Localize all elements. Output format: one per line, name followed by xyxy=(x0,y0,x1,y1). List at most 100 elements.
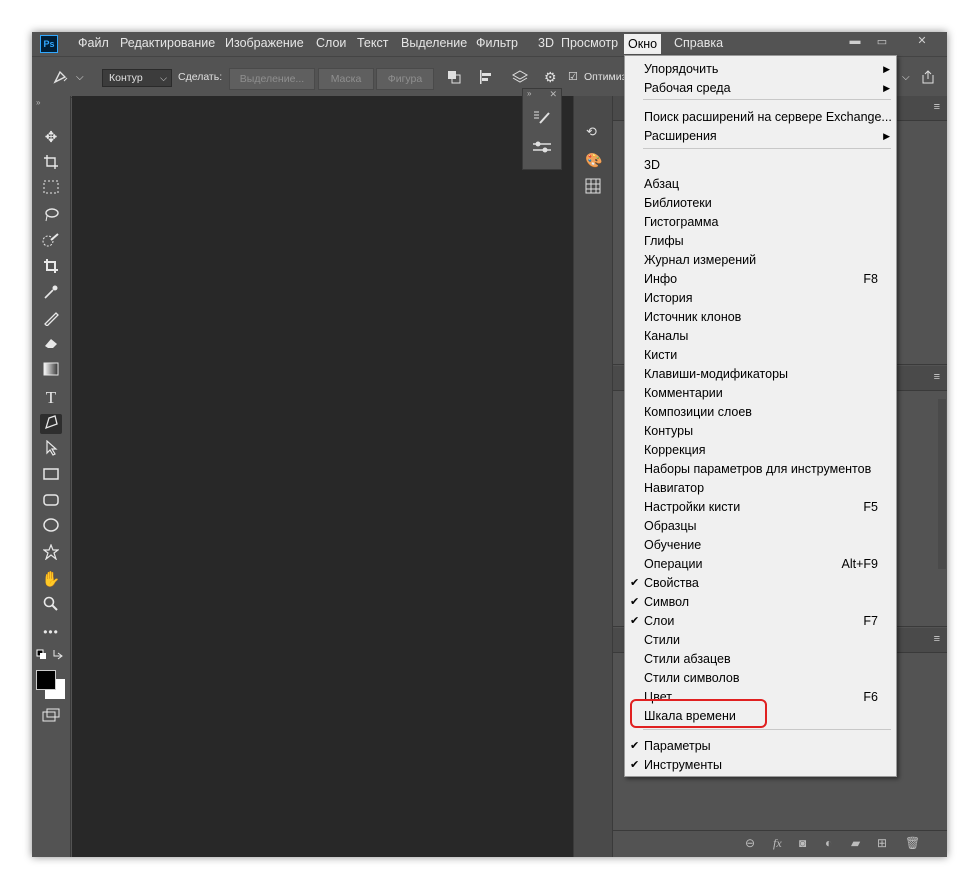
more-icon[interactable]: ••• xyxy=(40,622,62,642)
close-button[interactable]: ✕ xyxy=(900,32,944,50)
menu-item[interactable]: Навигатор xyxy=(644,479,884,498)
menu-item[interactable]: Образцы xyxy=(644,517,884,536)
rectangle-icon[interactable] xyxy=(40,466,62,486)
path-operations-icon[interactable] xyxy=(446,69,462,88)
checkbox-icon[interactable]: ☑ xyxy=(568,70,578,83)
chevron-down-icon[interactable]: ⌵ xyxy=(902,72,910,83)
menu-filter[interactable]: Фильтр xyxy=(476,36,518,50)
path-alignment-icon[interactable] xyxy=(478,69,494,88)
history-icon[interactable]: ⟲ xyxy=(586,124,597,140)
grid-icon[interactable] xyxy=(585,178,601,197)
panel-menu-icon[interactable]: ≡ xyxy=(934,371,940,383)
collapse-icon[interactable]: » xyxy=(36,98,40,107)
menu-item[interactable]: Библиотеки xyxy=(644,194,884,213)
menu-item[interactable]: Кисти xyxy=(644,346,884,365)
menu-item[interactable]: Контуры xyxy=(644,422,884,441)
type-icon[interactable]: T xyxy=(40,388,62,408)
fx-icon[interactable]: fx xyxy=(773,836,782,851)
close-icon[interactable]: ✕ xyxy=(549,89,557,100)
menu-item[interactable]: ✔ Слои F7 xyxy=(630,612,884,631)
menu-item[interactable]: Клавиши-модификаторы xyxy=(644,365,884,384)
menu-item[interactable]: ✔ Инструменты xyxy=(630,756,884,775)
pen-icon[interactable] xyxy=(40,414,62,434)
menu-item[interactable]: Композиции слоев xyxy=(644,403,884,422)
zoom-icon[interactable] xyxy=(40,596,62,616)
menu-type[interactable]: Текст xyxy=(357,36,388,50)
shape-button[interactable]: Фигура xyxy=(376,68,434,90)
menu-select[interactable]: Выделение xyxy=(401,36,467,50)
menu-3d[interactable]: 3D xyxy=(538,36,554,50)
gradient-icon[interactable] xyxy=(40,362,62,382)
menu-item[interactable]: Журнал измерений xyxy=(644,251,884,270)
tool-presets-icon[interactable] xyxy=(532,139,552,158)
menu-item[interactable]: Поиск расширений на сервере Exchange... xyxy=(644,108,892,127)
rounded-rect-icon[interactable] xyxy=(40,492,62,512)
document-canvas[interactable] xyxy=(72,96,602,857)
menu-item[interactable]: Расширения ▶ xyxy=(644,127,890,146)
new-layer-icon[interactable]: ⊞ xyxy=(877,836,887,850)
minimize-button[interactable]: ▬ xyxy=(842,32,868,50)
menu-item[interactable]: 3D xyxy=(644,156,884,175)
menu-image[interactable]: Изображение xyxy=(225,36,304,50)
swap-colors-icon[interactable] xyxy=(36,648,66,662)
chevron-down-icon[interactable]: ⌵ xyxy=(76,72,84,83)
menu-item[interactable]: Настройки кисти F5 xyxy=(644,498,884,517)
folder-icon[interactable]: ▰ xyxy=(851,836,860,850)
add-mask-icon[interactable]: ◙ xyxy=(799,836,806,850)
menu-layers[interactable]: Слои xyxy=(316,36,346,50)
menu-window[interactable]: Окно xyxy=(624,34,662,54)
panel-menu-icon[interactable]: ≡ xyxy=(934,101,940,113)
menu-item[interactable]: Стили абзацев xyxy=(644,650,884,669)
lasso-icon[interactable] xyxy=(40,206,62,226)
menu-item[interactable]: Каналы xyxy=(644,327,884,346)
ellipse-icon[interactable] xyxy=(40,518,62,538)
quick-select-icon[interactable] xyxy=(40,232,62,252)
move-icon[interactable]: ✥ xyxy=(40,128,62,148)
share-icon[interactable] xyxy=(920,69,936,88)
hand-icon[interactable]: ✋ xyxy=(40,570,62,590)
menu-view[interactable]: Просмотр xyxy=(561,36,618,50)
menu-item[interactable]: История xyxy=(644,289,884,308)
menu-item[interactable]: Комментарии xyxy=(644,384,884,403)
eraser-icon[interactable] xyxy=(40,336,62,356)
menu-item[interactable]: ✔ Символ xyxy=(630,593,884,612)
pen-tool-preset-icon[interactable] xyxy=(52,69,70,88)
menu-item[interactable]: Абзац xyxy=(644,175,884,194)
mask-button[interactable]: Маска xyxy=(318,68,374,90)
scrollbar[interactable] xyxy=(938,399,946,569)
custom-shape-icon[interactable] xyxy=(40,543,62,564)
menu-item[interactable]: Рабочая среда ▶ xyxy=(644,79,890,98)
menu-item[interactable]: Упорядочить ▶ xyxy=(644,60,890,79)
menu-help[interactable]: Справка xyxy=(674,36,723,50)
menu-item[interactable]: Обучение xyxy=(644,536,884,555)
path-select-icon[interactable] xyxy=(40,439,62,460)
gear-icon[interactable]: ⚙ xyxy=(544,69,557,86)
menu-item[interactable]: Коррекция xyxy=(644,441,884,460)
menu-item[interactable]: ✔ Параметры xyxy=(630,737,884,756)
selection-button[interactable]: Выделение... xyxy=(229,68,315,90)
menu-item[interactable]: Глифы xyxy=(644,232,884,251)
menu-item[interactable]: Инфо F8 xyxy=(644,270,884,289)
menu-item[interactable]: Источник клонов xyxy=(644,308,884,327)
menu-item[interactable]: Наборы параметров для инструментов xyxy=(644,460,884,479)
artboard-icon[interactable] xyxy=(40,154,62,174)
color-palette-icon[interactable]: 🎨 xyxy=(585,152,602,169)
crop-icon[interactable] xyxy=(40,258,62,278)
menu-item[interactable]: Стили xyxy=(644,631,884,650)
brush-icon[interactable] xyxy=(40,310,62,330)
menu-item[interactable]: Стили символов xyxy=(644,669,884,688)
menu-file[interactable]: Файл xyxy=(78,36,109,50)
collapse-icon[interactable]: » xyxy=(527,89,531,98)
brush-settings-icon[interactable] xyxy=(532,109,552,128)
path-arrangement-icon[interactable] xyxy=(510,69,530,88)
menu-item[interactable]: ✔ Свойства xyxy=(630,574,884,593)
menu-item[interactable]: Операции Alt+F9 xyxy=(644,555,884,574)
adjustment-layer-icon[interactable]: ◐ xyxy=(825,836,832,850)
menu-edit[interactable]: Редактирование xyxy=(120,36,215,50)
maximize-button[interactable]: ▭ xyxy=(868,32,896,52)
eyedropper-icon[interactable] xyxy=(40,284,62,304)
mode-dropdown[interactable]: Контур ⌵ xyxy=(102,69,172,87)
foreground-color-swatch[interactable] xyxy=(36,670,56,690)
menu-item[interactable]: Гистограмма xyxy=(644,213,884,232)
panel-menu-icon[interactable]: ≡ xyxy=(934,633,940,645)
